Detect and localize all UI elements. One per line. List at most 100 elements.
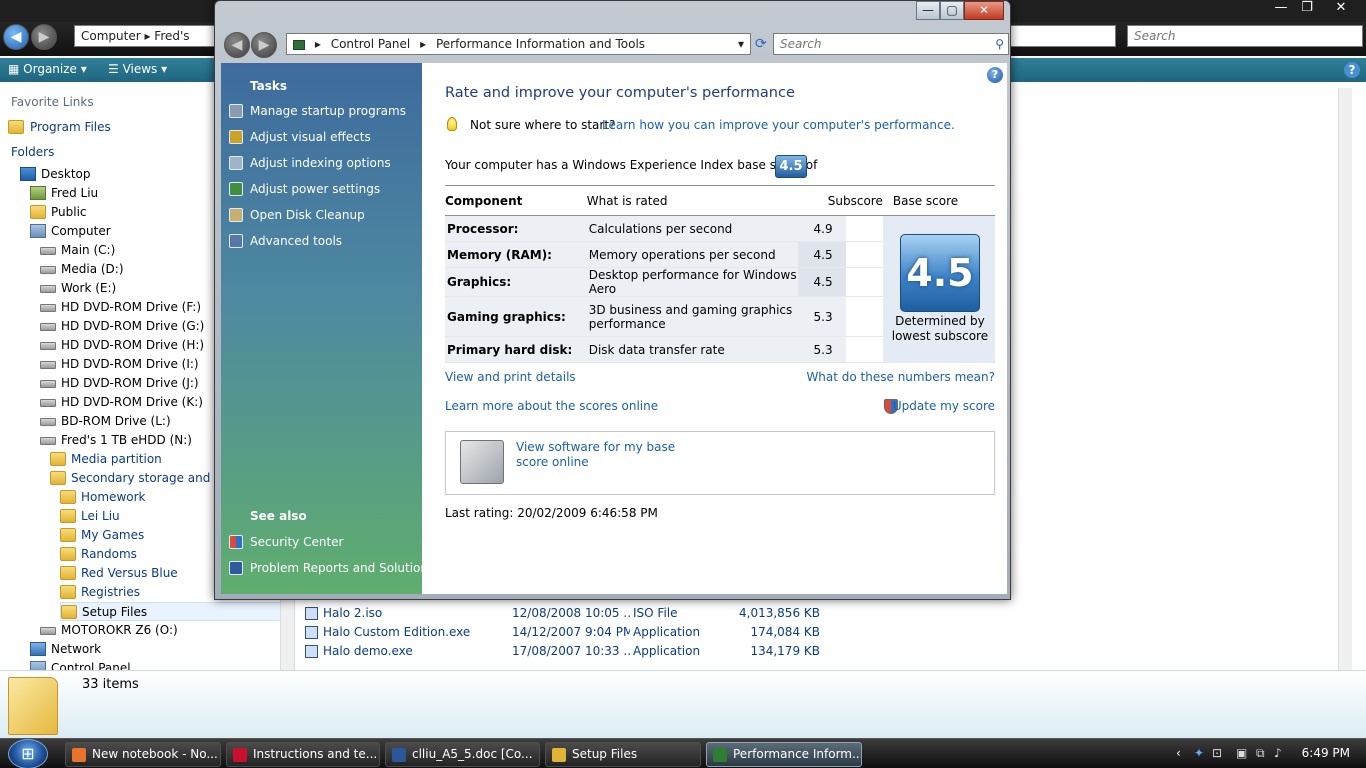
file-list-scrollbar[interactable]	[1338, 88, 1352, 672]
file-name: Halo Custom Edition.exe	[323, 625, 471, 639]
file-size: 134,179 KB	[750, 644, 820, 658]
breadcrumb-separator-icon: ▸	[420, 37, 427, 51]
folder-icon	[60, 528, 76, 542]
file-name: Halo 2.iso	[323, 606, 383, 620]
favorite-link-label: Program Files	[30, 120, 111, 134]
address-bar[interactable]: ▸ Control Panel ▸ Performance Informatio…	[286, 33, 751, 55]
breadcrumb-control-panel[interactable]: Control Panel	[331, 34, 411, 54]
task-link[interactable]: Adjust power settings	[229, 179, 380, 199]
indexing-icon	[229, 156, 243, 170]
component-name: Primary hard disk:	[445, 336, 587, 363]
task-link[interactable]: Adjust indexing options	[229, 153, 391, 173]
folder-icon	[50, 471, 66, 485]
update-my-score-link[interactable]: Update my score	[893, 399, 995, 413]
clock[interactable]: 6:49 PM	[1302, 746, 1350, 760]
software-box: View software for my base score online	[445, 431, 995, 495]
view-software-link[interactable]: View software for my base score online	[516, 440, 706, 470]
search-icon[interactable]: ⚲	[995, 34, 1004, 54]
network-status-icon[interactable]: ⧉	[1256, 746, 1265, 761]
taskbar-button[interactable]: Setup Files	[545, 742, 701, 767]
taskbar-button[interactable]: clliu_A5_5.doc [Co...	[385, 742, 540, 767]
taskbar-app-icon	[552, 748, 566, 762]
see-also-link[interactable]: Problem Reports and Solutions	[229, 558, 434, 578]
maximize-button[interactable]: ▢	[940, 1, 964, 20]
task-link-label: Advanced tools	[250, 234, 343, 248]
explorer-help-icon[interactable]: ?	[1344, 62, 1360, 78]
dvd-drive-icon	[40, 418, 56, 426]
explorer-search-placeholder: Search	[1134, 29, 1176, 43]
folder-icon	[60, 547, 76, 561]
base-score-small-badge: 4.5	[775, 155, 807, 178]
details-pane: 33 items	[0, 670, 1366, 738]
network-icon	[30, 642, 46, 656]
what-do-numbers-mean-link[interactable]: What do these numbers mean?	[806, 370, 995, 384]
tree-item-label: Work (E:)	[61, 281, 117, 295]
what-is-rated: 3D business and gaming graphics performa…	[586, 296, 798, 337]
explorer-search-input[interactable]: Search	[1127, 25, 1363, 47]
task-pane: Tasks Manage startup programs Adjust visu…	[221, 63, 434, 594]
score-table-header: Component What is rated Subscore Base sc…	[445, 185, 995, 216]
explorer-restore-button[interactable]: ❐	[1294, 0, 1320, 18]
tree-item[interactable]: MOTOROKR Z6 (O:)	[40, 621, 290, 640]
folders-heading[interactable]: Folders	[11, 145, 54, 159]
dvd-drive-icon	[40, 323, 56, 331]
base-score-caption: Determined by lowest subscore	[891, 314, 989, 343]
taskbar-button[interactable]: Performance Inform...	[706, 742, 862, 767]
safely-remove-icon[interactable]: ▣	[1236, 746, 1247, 760]
perf-navigation-row: ◀ ▶ ▸ Control Panel ▸ Performance Inform…	[221, 30, 1009, 60]
explorer-close-button[interactable]: ✕	[1328, 0, 1354, 18]
taskbar-button-label: Instructions and te...	[253, 747, 378, 761]
file-row[interactable]: Halo demo.exe 17/08/2007 10:33 ... Applica…	[305, 642, 835, 661]
task-link[interactable]: Adjust visual effects	[229, 127, 371, 147]
explorer-back-button[interactable]: ◀	[3, 24, 29, 50]
refresh-icon[interactable]: ⟳	[755, 36, 767, 52]
see-also-heading: See also	[250, 509, 307, 523]
tree-item-label: Secondary storage and bac	[71, 471, 236, 485]
tree-scrollbar[interactable]	[280, 592, 294, 672]
tree-item[interactable]: Network	[30, 640, 290, 659]
volume-icon[interactable]: ♪	[1274, 746, 1282, 760]
close-button[interactable]: ✕	[964, 1, 1004, 20]
subscore: 4.5	[797, 267, 847, 297]
minimize-button[interactable]: —	[916, 1, 940, 20]
explorer-forward-button[interactable]: ▶	[31, 24, 57, 50]
help-icon[interactable]: ?	[987, 67, 1003, 83]
views-icon: ☰	[108, 62, 123, 76]
views-button[interactable]: ☰ Views ▾	[108, 62, 167, 76]
taskbar-button[interactable]: New notebook - No...	[65, 742, 221, 767]
breadcrumb-performance[interactable]: Performance Information and Tools	[436, 34, 645, 54]
back-button[interactable]: ◀	[224, 32, 250, 58]
tree-item-label: Computer	[51, 224, 111, 238]
search-input[interactable]: Search ⚲	[773, 33, 1009, 55]
tree-item-label: HD DVD-ROM Drive (F:)	[61, 300, 202, 314]
improve-performance-link[interactable]: Learn how you can improve your computer'…	[602, 118, 955, 132]
setup-files-folder-icon	[8, 677, 58, 735]
tree-item-label: Randoms	[81, 547, 137, 561]
file-row[interactable]: Halo 2.iso 12/08/2008 10:05 ... ISO File 4,…	[305, 604, 835, 623]
tree-item-label: HD DVD-ROM Drive (G:)	[61, 319, 205, 333]
power-icon	[229, 182, 243, 196]
view-print-details-link[interactable]: View and print details	[445, 370, 576, 384]
file-name: Halo demo.exe	[323, 644, 413, 658]
start-button[interactable]: ⊞	[8, 739, 48, 768]
learn-more-scores-link[interactable]: Learn more about the scores online	[445, 399, 658, 413]
network-tray-icon[interactable]: ⊡	[1212, 746, 1222, 760]
score-row: Processor: Calculations per second 4.9 4.5 D…	[445, 215, 995, 363]
taskbar-button[interactable]: Instructions and te...	[226, 742, 380, 767]
dvd-drive-icon	[40, 304, 56, 312]
see-also-link[interactable]: Security Center	[229, 532, 343, 552]
task-link[interactable]: Manage startup programs	[229, 101, 406, 121]
tray-expand-icon[interactable]: ‹	[1176, 746, 1181, 760]
address-dropdown-icon[interactable]: ▾	[738, 34, 744, 54]
task-link[interactable]: Advanced tools	[229, 231, 342, 251]
folder-icon	[30, 205, 46, 219]
tree-item[interactable]: Setup Files	[60, 602, 290, 621]
bluetooth-icon[interactable]: ✦	[1194, 746, 1204, 760]
file-row[interactable]: Halo Custom Edition.exe 14/12/2007 9:04 P…	[305, 623, 835, 642]
component-name: Processor:	[445, 215, 587, 242]
base-score-badge: 4.5	[899, 234, 980, 312]
organize-button[interactable]: ▦ Organize ▾	[8, 62, 87, 76]
task-link[interactable]: Open Disk Cleanup	[229, 205, 365, 225]
forward-button[interactable]: ▶	[251, 32, 277, 58]
explorer-minimize-button[interactable]: —	[1268, 0, 1294, 18]
